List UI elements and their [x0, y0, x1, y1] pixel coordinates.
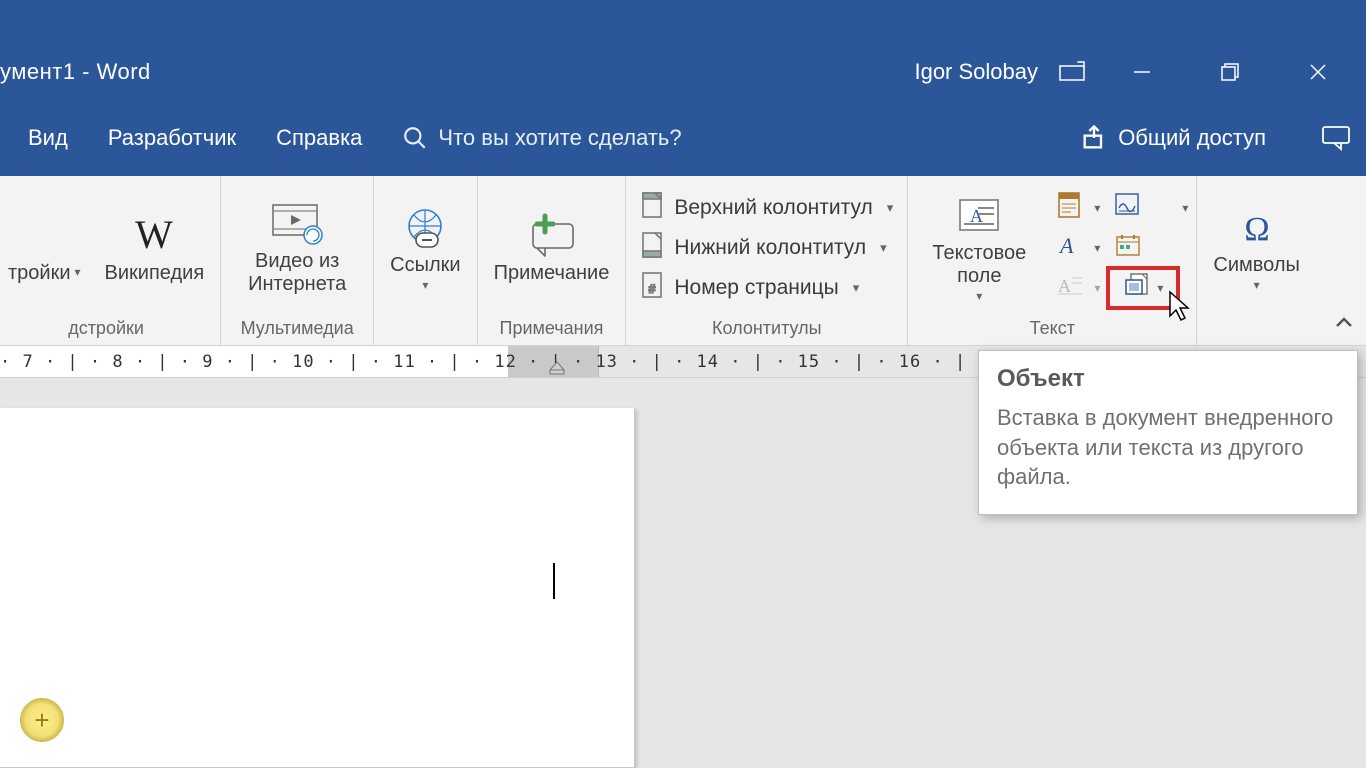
group-label-links: [382, 314, 468, 343]
tell-me-search[interactable]: Что вы хотите сделать?: [402, 125, 681, 151]
comment-icon: [523, 212, 579, 260]
tooltip-object: Объект Вставка в документ внедренного об…: [978, 350, 1358, 515]
close-button[interactable]: [1298, 52, 1338, 92]
header-button[interactable]: Верхний колонтитул ▾: [634, 189, 899, 227]
wordart-icon: A: [1056, 231, 1084, 265]
new-comment-button[interactable]: Примечание: [486, 210, 618, 287]
indent-marker-icon[interactable]: [548, 360, 566, 376]
footer-icon: [640, 231, 664, 265]
object-icon: [1123, 272, 1151, 304]
drop-cap-button[interactable]: A: [1050, 268, 1090, 308]
chevron-down-icon: ▾: [880, 240, 887, 256]
insert-object-button[interactable]: ▾: [1108, 268, 1178, 308]
footer-button[interactable]: Нижний колонтитул ▾: [634, 229, 899, 267]
svg-text:W: W: [135, 216, 173, 256]
drop-cap-icon: A: [1056, 272, 1084, 304]
group-label-media: Мультимедиа: [229, 314, 365, 343]
group-label-symbols: [1205, 314, 1308, 343]
chevron-down-icon[interactable]: ▾: [1094, 241, 1100, 255]
header-icon: [640, 191, 664, 225]
date-time-button[interactable]: [1108, 228, 1148, 268]
symbols-icon: Ω: [1233, 204, 1281, 252]
svg-text:Ω: Ω: [1244, 211, 1269, 248]
minimize-button[interactable]: [1122, 52, 1162, 92]
chevron-down-icon: ▾: [976, 290, 982, 304]
text-box-label: Текстовое поле: [924, 242, 1034, 288]
group-label-comments: Примечания: [486, 314, 618, 343]
online-video-label: Видео из Интернета: [237, 250, 357, 296]
tab-developer[interactable]: Разработчик: [108, 125, 236, 151]
svg-text:A: A: [1058, 233, 1074, 258]
wordart-button[interactable]: A: [1050, 228, 1090, 268]
tab-help[interactable]: Справка: [276, 125, 362, 151]
chevron-down-icon: ▾: [75, 266, 81, 280]
header-label: Верхний колонтитул: [674, 196, 872, 220]
collapse-ribbon-button[interactable]: [1330, 309, 1358, 337]
page-number-button[interactable]: # Номер страницы ▾: [634, 269, 899, 307]
footer-label: Нижний колонтитул: [674, 236, 866, 260]
signature-line-button[interactable]: [1108, 188, 1148, 228]
ruler-ticks: · 7 · | · 8 · | · 9 · | · 10 · | · 11 · …: [0, 352, 1090, 372]
online-video-button[interactable]: Видео из Интернета: [229, 198, 365, 298]
links-button[interactable]: Ссылки ▾: [382, 202, 468, 295]
share-label: Общий доступ: [1118, 125, 1266, 151]
date-time-icon: [1114, 232, 1142, 264]
addins-setup-button[interactable]: тройки ▾: [0, 210, 89, 287]
group-label-header-footer: Колонтитулы: [634, 314, 899, 343]
tooltip-title: Объект: [997, 365, 1339, 393]
chevron-down-icon[interactable]: ▾: [1094, 281, 1100, 295]
quick-parts-icon: [1057, 191, 1083, 225]
page-number-label: Номер страницы: [674, 276, 838, 300]
quick-parts-button[interactable]: [1050, 188, 1090, 228]
chevron-down-icon: ▾: [422, 279, 428, 293]
share-button[interactable]: Общий доступ: [1080, 124, 1266, 152]
tell-me-placeholder: Что вы хотите сделать?: [438, 125, 681, 151]
chevron-down-icon[interactable]: ▾: [1094, 201, 1100, 215]
chevron-down-icon: ▾: [1157, 281, 1163, 295]
links-icon: [402, 204, 448, 252]
chevron-down-icon: ▾: [1254, 279, 1260, 293]
restore-button[interactable]: [1210, 52, 1250, 92]
signature-line-icon: [1114, 192, 1142, 224]
fab-plus-button[interactable]: +: [20, 698, 64, 742]
text-box-button[interactable]: A Текстовое поле ▾: [916, 190, 1042, 306]
group-label-addins: дстройки: [0, 314, 212, 343]
ribbon-display-options-button[interactable]: [1050, 50, 1094, 94]
wikipedia-label: Википедия: [105, 262, 205, 285]
svg-text:A: A: [1058, 276, 1071, 296]
text-box-icon: A: [954, 192, 1004, 240]
chevron-down-icon[interactable]: ▾: [1182, 201, 1188, 215]
tooltip-body: Вставка в документ внедренного объекта и…: [997, 403, 1339, 492]
text-cursor: [553, 563, 555, 599]
wikipedia-button[interactable]: W Википедия: [97, 210, 213, 287]
plus-icon: +: [34, 705, 49, 736]
symbols-button[interactable]: Ω Символы ▾: [1205, 202, 1308, 295]
document-page[interactable]: [0, 408, 635, 768]
video-icon: [269, 200, 325, 248]
symbols-label: Символы: [1213, 254, 1300, 277]
new-comment-label: Примечание: [494, 262, 610, 285]
comments-button[interactable]: [1306, 125, 1366, 151]
chevron-down-icon: ▾: [853, 280, 860, 296]
svg-text:#: #: [649, 282, 656, 296]
chevron-down-icon: ▾: [887, 200, 894, 216]
user-name: Igor Solobay: [914, 59, 1050, 85]
document-title: умент1 - Word: [0, 59, 151, 85]
tab-view[interactable]: Вид: [28, 125, 68, 151]
wikipedia-icon: W: [130, 212, 178, 260]
group-label-text: Текст: [916, 314, 1188, 343]
addins-setup-label: тройки: [8, 262, 71, 285]
links-label: Ссылки: [390, 254, 460, 277]
page-number-icon: #: [640, 271, 664, 305]
